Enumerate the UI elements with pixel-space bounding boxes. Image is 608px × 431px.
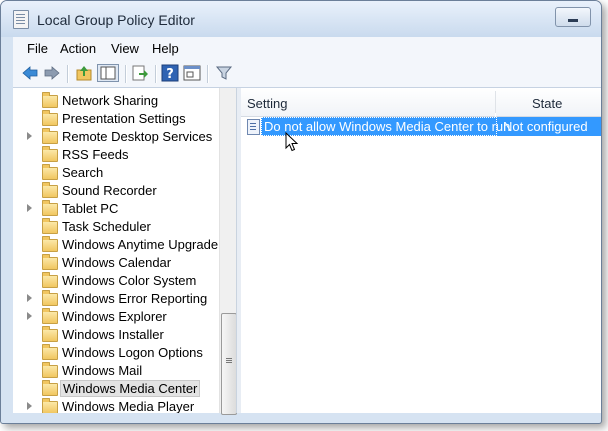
title-bar[interactable]: Local Group Policy Editor	[1, 1, 601, 37]
tree-item-label: Windows Logon Options	[62, 345, 203, 360]
tree-item-label: Task Scheduler	[62, 219, 151, 234]
tree-item-label: Remote Desktop Services	[62, 129, 213, 144]
tree-item-label: Search	[62, 165, 104, 180]
tree-item[interactable]: Windows Color System	[13, 272, 223, 290]
show-hide-tree-icon[interactable]	[97, 64, 119, 82]
app-window: Local Group Policy Editor File Action Vi…	[0, 0, 602, 424]
minimize-button[interactable]	[555, 7, 591, 27]
folder-icon	[42, 344, 58, 360]
tree-item[interactable]: Windows Anytime Upgrade	[13, 236, 223, 254]
toolbar-separator	[155, 65, 157, 83]
tree-item[interactable]: Sound Recorder	[13, 182, 223, 200]
expand-arrow-icon[interactable]	[27, 294, 32, 302]
tree-item-label: Tablet PC	[62, 201, 119, 216]
tree-item[interactable]: Windows Media Player	[13, 398, 223, 413]
expand-arrow-icon[interactable]	[27, 312, 32, 320]
tree-scrollbar[interactable]	[219, 88, 237, 415]
policy-editor-icon	[13, 10, 29, 29]
properties-icon[interactable]	[183, 64, 201, 82]
folder-icon	[42, 92, 58, 108]
tree-item[interactable]: Windows Mail	[13, 362, 223, 380]
scrollbar-thumb[interactable]	[221, 313, 237, 415]
menu-action[interactable]: Action	[60, 41, 96, 56]
folder-icon	[42, 110, 58, 126]
filter-icon[interactable]	[215, 64, 233, 82]
tree-item-label: Windows Calendar	[62, 255, 172, 270]
tree-item[interactable]: Presentation Settings	[13, 110, 223, 128]
tree-item[interactable]: Windows Calendar	[13, 254, 223, 272]
folder-icon	[42, 290, 58, 306]
tree-item[interactable]: Task Scheduler	[13, 218, 223, 236]
menu-file[interactable]: File	[27, 41, 48, 56]
tree-item[interactable]: Network Sharing	[13, 92, 223, 110]
tree-item-label: Windows Mail	[62, 363, 143, 378]
setting-name: Do not allow Windows Media Center to run	[264, 119, 511, 134]
folder-icon	[42, 254, 58, 270]
folder-icon	[42, 218, 58, 234]
tree-item[interactable]: Windows Logon Options	[13, 344, 223, 362]
policy-setting-icon	[247, 119, 260, 135]
menu-view[interactable]: View	[111, 41, 139, 56]
expand-arrow-icon[interactable]	[27, 402, 32, 410]
tree-item-label: Windows Installer	[62, 327, 164, 342]
folder-icon	[42, 146, 58, 162]
column-header-setting[interactable]: Setting	[241, 88, 495, 117]
navigation-tree: Network Sharing Presentation Settings Remo…	[13, 88, 233, 413]
tree-item-label: Windows Media Player	[62, 399, 195, 413]
toolbar: ?	[13, 61, 601, 88]
export-list-icon[interactable]	[131, 64, 149, 82]
tree-item-label: Windows Explorer	[62, 309, 167, 324]
folder-icon	[42, 272, 58, 288]
tree-item[interactable]: Windows Error Reporting	[13, 290, 223, 308]
tree-item[interactable]: Windows Installer	[13, 326, 223, 344]
folder-icon	[42, 362, 58, 378]
folder-icon	[42, 164, 58, 180]
tree-item[interactable]: Windows Explorer	[13, 308, 223, 326]
tree-item-label: RSS Feeds	[62, 147, 129, 162]
toolbar-separator	[67, 65, 69, 83]
svg-text:?: ?	[166, 67, 174, 82]
folder-icon	[42, 308, 58, 324]
folder-icon	[42, 380, 58, 396]
settings-list: Setting State Do not allow Windows Media…	[241, 88, 601, 413]
menu-help[interactable]: Help	[152, 41, 179, 56]
tree-item-label: Windows Anytime Upgrade	[62, 237, 219, 252]
tree-item[interactable]: Windows Media Center	[13, 380, 223, 398]
help-icon[interactable]: ?	[161, 64, 179, 82]
expand-arrow-icon[interactable]	[27, 204, 32, 212]
tree-item-label: Network Sharing	[62, 93, 159, 108]
toolbar-separator	[207, 65, 209, 83]
window-title: Local Group Policy Editor	[37, 12, 195, 28]
tree-item-label: Windows Error Reporting	[62, 291, 208, 306]
forward-arrow-icon[interactable]	[43, 64, 61, 82]
menu-bar: File Action View Help	[13, 37, 601, 62]
tree-item[interactable]: Tablet PC	[13, 200, 223, 218]
setting-state: Not configured	[503, 119, 588, 134]
folder-icon	[42, 326, 58, 342]
tree-item[interactable]: RSS Feeds	[13, 146, 223, 164]
folder-icon	[42, 128, 58, 144]
tree-item-label: Sound Recorder	[62, 183, 157, 198]
tree-item-label: Windows Media Center	[60, 380, 201, 397]
tree-item-label: Presentation Settings	[62, 111, 186, 126]
folder-icon	[42, 182, 58, 198]
folder-icon	[42, 236, 58, 252]
folder-icon	[42, 200, 58, 216]
mouse-cursor-icon	[285, 132, 299, 152]
main-content: Network Sharing Presentation Settings Remo…	[13, 88, 601, 415]
tree-item[interactable]: Remote Desktop Services	[13, 128, 223, 146]
toolbar-separator	[125, 65, 127, 83]
folder-icon	[42, 398, 58, 413]
up-folder-icon[interactable]	[75, 64, 93, 82]
tree-item-label: Windows Color System	[62, 273, 197, 288]
back-arrow-icon[interactable]	[21, 64, 39, 82]
column-header-state[interactable]: State	[496, 88, 601, 117]
tree-item[interactable]: Search	[13, 164, 223, 182]
expand-arrow-icon[interactable]	[27, 132, 32, 140]
